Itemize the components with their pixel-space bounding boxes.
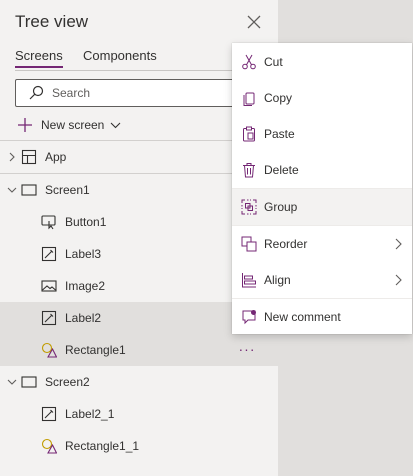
tab-screens[interactable]: Screens (15, 48, 63, 68)
button-control-icon (41, 215, 56, 230)
chevron-right-icon (395, 238, 402, 250)
label-control-icon (41, 246, 57, 262)
menu-item-new-comment[interactable]: New comment (232, 299, 412, 335)
menu-item-align[interactable]: Align (232, 262, 412, 298)
chevron-down-icon (110, 122, 121, 128)
close-button[interactable] (244, 12, 264, 32)
tree-item-label: Rectangle1 (65, 343, 126, 357)
menu-item-paste[interactable]: Paste (232, 116, 412, 152)
tree-item-label: Label3 (65, 247, 102, 261)
shape-control-icon (41, 342, 57, 358)
tree-item-label: Rectangle1_1 (65, 439, 140, 453)
new-screen-label: New screen (41, 118, 105, 132)
screen-icon (21, 376, 37, 388)
chevron-down-icon[interactable] (6, 376, 18, 388)
menu-item-label: Cut (264, 55, 283, 69)
menu-item-delete[interactable]: Delete (232, 152, 412, 188)
chevron-right-icon (395, 274, 402, 286)
tree-item-label: App (45, 150, 67, 164)
tree-item-label: Image2 (65, 279, 106, 293)
align-icon (242, 273, 256, 288)
menu-item-label: New comment (264, 310, 341, 324)
label-control-icon (41, 310, 57, 326)
search-box[interactable] (15, 79, 265, 107)
tree-item-label2-1[interactable]: Label2_1 (0, 398, 278, 430)
menu-item-label: Paste (264, 127, 295, 141)
tree-item-label: Screen2 (45, 375, 90, 389)
menu-item-cut[interactable]: Cut (232, 44, 412, 80)
group-icon (241, 199, 257, 215)
menu-item-label: Align (264, 273, 291, 287)
scissors-icon (242, 54, 256, 70)
new-screen-button[interactable]: New screen (17, 116, 121, 134)
app-icon (21, 149, 37, 165)
menu-item-label: Reorder (264, 237, 308, 251)
context-menu: Cut Copy Paste Delete Group Reorder Alig… (232, 43, 412, 334)
tree-item-label: Label2_1 (65, 407, 115, 421)
plus-icon (18, 118, 32, 132)
menu-item-reorder[interactable]: Reorder (232, 226, 412, 262)
menu-item-label: Delete (264, 163, 299, 177)
search-icon (29, 85, 44, 100)
screen-icon (21, 184, 37, 196)
tree-item-screen2[interactable]: Screen2 (0, 366, 278, 398)
shape-control-icon (41, 438, 57, 454)
copy-icon (243, 92, 255, 106)
close-icon (247, 15, 261, 29)
tree-item-label: Label2 (65, 311, 102, 325)
trash-icon (243, 163, 255, 178)
tree-item-label: Button1 (65, 215, 107, 229)
tree-item-label: Screen1 (45, 183, 90, 197)
paste-icon (243, 126, 255, 142)
label-control-icon (41, 406, 57, 422)
reorder-icon (241, 236, 257, 252)
menu-item-label: Copy (264, 91, 293, 105)
comment-icon (242, 310, 256, 325)
image-control-icon (41, 280, 57, 292)
chevron-down-icon[interactable] (6, 184, 18, 196)
chevron-right-icon[interactable] (6, 151, 18, 163)
menu-item-label: Group (264, 200, 298, 214)
menu-item-group[interactable]: Group (232, 189, 412, 225)
tab-components[interactable]: Components (83, 48, 157, 63)
more-options-button[interactable]: ··· (232, 334, 262, 364)
search-input[interactable] (52, 84, 252, 102)
tree-item-rectangle1-1[interactable]: Rectangle1_1 (0, 430, 278, 462)
panel-title: Tree view (15, 12, 89, 31)
menu-item-copy[interactable]: Copy (232, 80, 412, 116)
